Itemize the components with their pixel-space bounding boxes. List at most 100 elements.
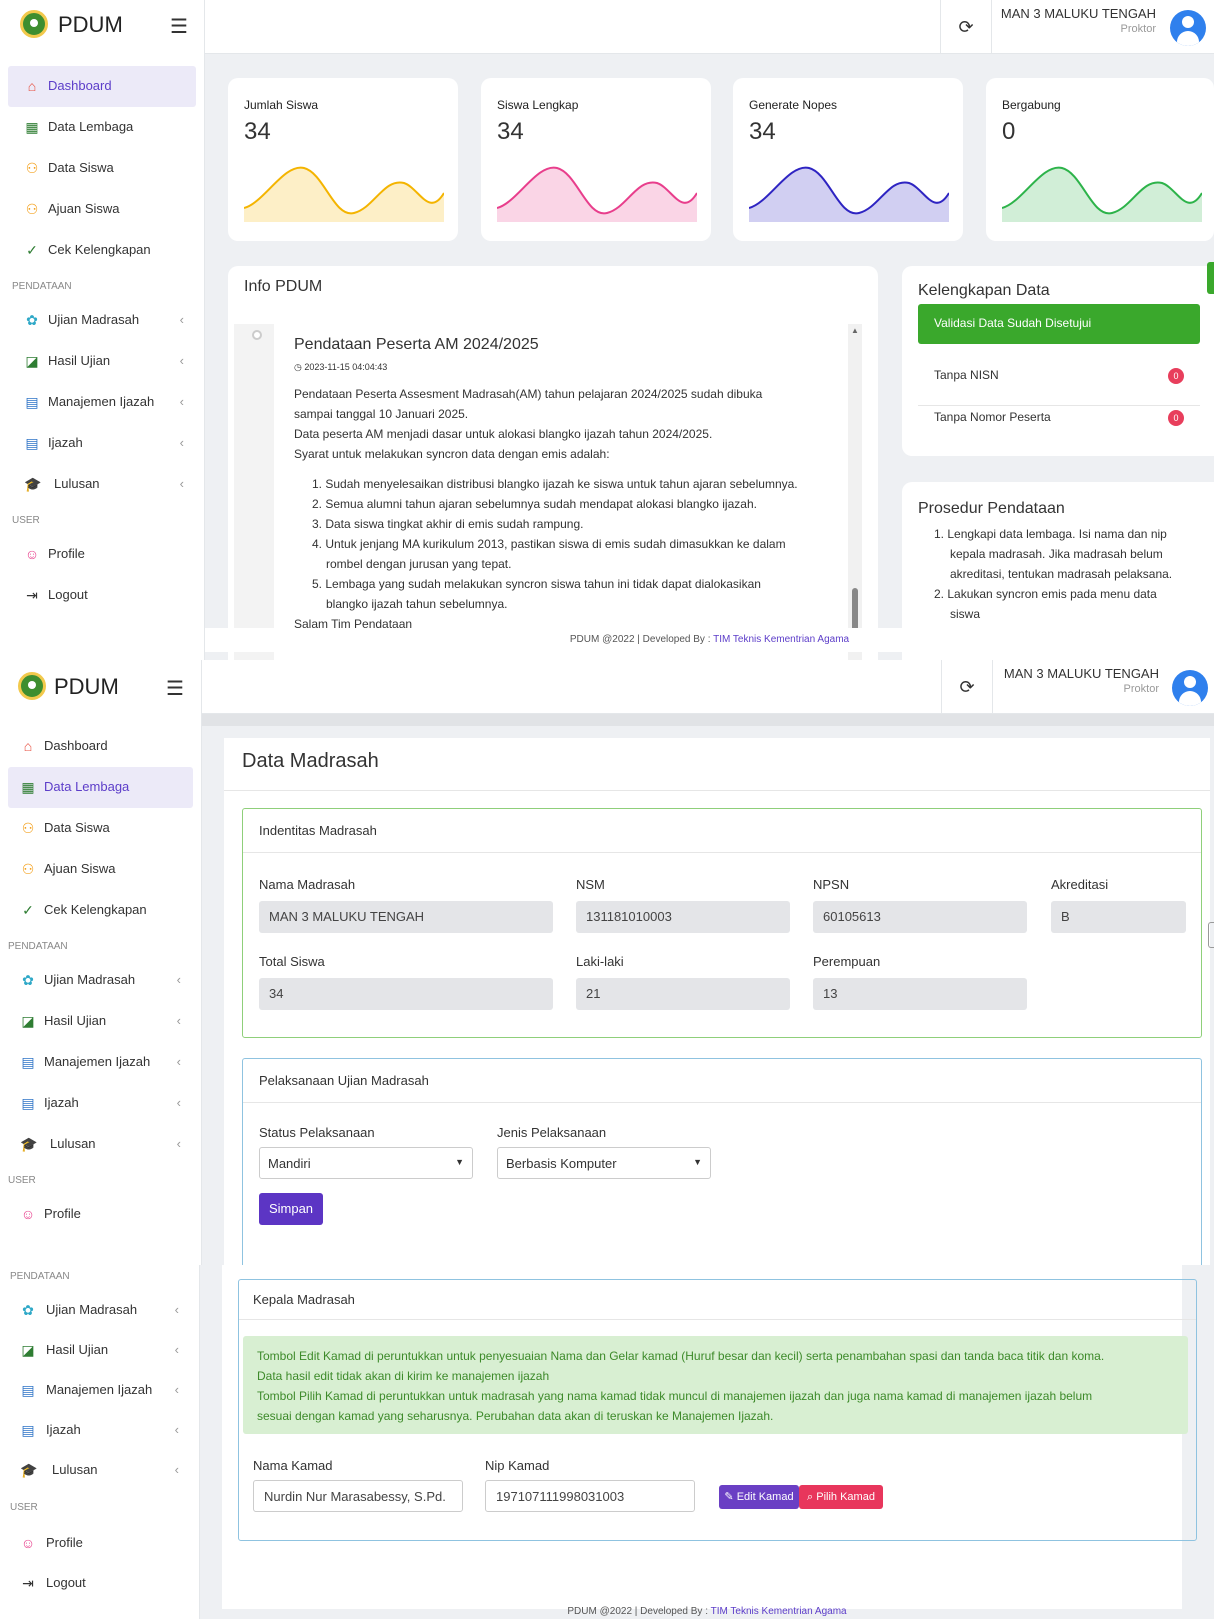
footer-link[interactable]: TIM Teknis Kementrian Agama [711, 1606, 847, 1617]
kelengkapan-title: Kelengkapan Data [918, 282, 1050, 299]
sidebar-item-ijazah[interactable]: ▤ Ijazah ‹ [0, 423, 204, 464]
sidebar-item-data-lembaga[interactable]: ▦ Data Lembaga [8, 767, 193, 808]
count-badge: 0 [1168, 410, 1184, 426]
menu-toggle-icon[interactable]: ☰ [166, 676, 184, 701]
user-check-icon: ✓ [22, 902, 34, 918]
side-tab[interactable] [1207, 262, 1214, 294]
prosedur-title: Prosedur Pendataan [918, 500, 1065, 517]
sidebar-item-cek-kelengkapan[interactable]: ✓ Cek Kelengkapan [0, 890, 201, 931]
sidebar-item-data-siswa[interactable]: ⚇ Data Siswa [0, 148, 204, 189]
user-check-icon: ✓ [26, 242, 38, 258]
stat-label: Bergabung [1002, 98, 1061, 112]
sidebar-item-label: Manajemen Ijazah [48, 394, 155, 409]
button-label: Pilih Kamad [816, 1491, 875, 1503]
list-item: 1. Sudah menyelesaikan distribusi blangk… [312, 477, 798, 491]
sidebar-item-profile[interactable]: ☺ Profile [0, 534, 204, 575]
perempuan-field: 13 [813, 978, 1027, 1010]
chevron-left-icon: ‹ [179, 353, 184, 368]
sidebar-item-label: Hasil Ujian [48, 353, 111, 368]
sidebar-item-manajemen-ijazah[interactable]: ▤ Manajemen Ijazah ‹ [0, 1042, 201, 1083]
scrollbar[interactable]: ▲ [848, 324, 862, 660]
certificate-icon: ▤ [25, 394, 39, 410]
award-icon: ✿ [26, 312, 38, 328]
sidebar-item-cek-kelengkapan[interactable]: ✓ Cek Kelengkapan [0, 230, 204, 271]
list-item[interactable]: Tanpa NISN 0 [918, 364, 1200, 406]
list-item[interactable]: Tanpa Nomor Peserta 0 [918, 406, 1200, 448]
user-info[interactable]: MAN 3 MALUKU TENGAH Proktor [1001, 6, 1156, 35]
data-madrasah-screen: PDUM ☰ ⟳ MAN 3 MALUKU TENGAH Proktor ⌂ Da… [0, 660, 1214, 1265]
sidebar-item-label: Data Siswa [48, 160, 114, 175]
nama-kamad-field[interactable]: Nurdin Nur Marasabessy, S.Pd. [253, 1480, 463, 1512]
sidebar-item-data-lembaga[interactable]: ▦ Data Lembaga [0, 107, 204, 148]
sidebar-item-ujian-madrasah[interactable]: ✿ Ujian Madrasah ‹ [0, 300, 204, 341]
list-item: 3. Data siswa tingkat akhir di emis suda… [312, 517, 584, 531]
field-label: Nama Madrasah [259, 877, 356, 892]
app-title: PDUM [58, 12, 123, 37]
pilih-kamad-button[interactable]: ⌕ Pilih Kamad [799, 1485, 883, 1509]
stat-value: 0 [1002, 118, 1016, 145]
sidebar-item-ujian-madrasah[interactable]: ✿ Ujian Madrasah ‹ [0, 1290, 199, 1330]
user-info[interactable]: MAN 3 MALUKU TENGAH Proktor [1004, 666, 1159, 695]
post-date: 2023-11-15 04:04:43 [304, 362, 388, 372]
jenis-pelaksanaan-select[interactable]: Berbasis Komputer ▼ [497, 1147, 711, 1179]
sidebar-item-dashboard[interactable]: ⌂ Dashboard [0, 726, 201, 767]
users-icon: ⚇ [21, 820, 35, 836]
sidebar-item-dashboard[interactable]: ⌂ Dashboard [8, 66, 196, 107]
section-user: USER [10, 1502, 38, 1513]
home-icon: ⌂ [27, 78, 37, 94]
box-title: Pelaksanaan Ujian Madrasah [243, 1059, 1201, 1103]
list-item: akreditasi, tentukan madrasah pelaksana. [950, 567, 1173, 581]
chevron-left-icon: ‹ [174, 1302, 179, 1317]
menu-toggle-icon[interactable]: ☰ [170, 14, 188, 39]
sidebar-item-lulusan[interactable]: 🎓 Lulusan ‹ [0, 464, 204, 505]
graduation-cap-icon: 🎓 [20, 1136, 38, 1152]
sidebar-item-manajemen-ijazah[interactable]: ▤ Manajemen Ijazah ‹ [0, 382, 204, 423]
caret-down-icon: ▼ [693, 1157, 702, 1167]
sidebar-item-hasil-ujian[interactable]: ◪ Hasil Ujian ‹ [0, 1001, 201, 1042]
simpan-button[interactable]: Simpan [259, 1193, 323, 1225]
sidebar-item-lulusan[interactable]: 🎓 Lulusan ‹ [0, 1450, 199, 1490]
sidebar-item-profile[interactable]: ☺ Profile [0, 1523, 199, 1563]
status-pelaksanaan-select[interactable]: Mandiri ▼ [259, 1147, 473, 1179]
field-label: Nip Kamad [485, 1458, 550, 1473]
section-pendataan: PENDATAAN [10, 1271, 70, 1282]
page-title: Data Madrasah [242, 750, 379, 772]
edit-icon: ✎ [724, 1491, 737, 1503]
sidebar-item-profile[interactable]: ☺ Profile [0, 1194, 201, 1235]
sidebar-item-manajemen-ijazah[interactable]: ▤ Manajemen Ijazah ‹ [0, 1370, 199, 1410]
sidebar-item-logout[interactable]: ⇥ Logout [0, 1563, 199, 1603]
refresh-icon[interactable]: ⟳ [941, 660, 993, 714]
certificate-icon: ▤ [21, 1422, 35, 1438]
sidebar-item-label: Profile [48, 546, 85, 561]
scroll-up-icon[interactable]: ▲ [851, 326, 859, 335]
sidebar-item-ijazah[interactable]: ▤ Ijazah ‹ [0, 1410, 199, 1450]
kelengkapan-card: Kelengkapan Data Validasi Data Sudah Dis… [902, 266, 1214, 456]
refresh-icon[interactable]: ⟳ [940, 0, 992, 54]
sidebar-item-label: Data Lembaga [44, 779, 130, 794]
timeline-dot-icon [252, 330, 262, 340]
award-icon: ✿ [22, 972, 34, 988]
chevron-left-icon: ‹ [176, 1054, 181, 1069]
users-icon: ⚇ [21, 861, 35, 877]
sidebar-item-hasil-ujian[interactable]: ◪ Hasil Ujian ‹ [0, 341, 204, 382]
edit-kamad-button[interactable]: ✎ Edit Kamad [719, 1485, 799, 1509]
field-label: Laki-laki [576, 954, 624, 969]
sidebar-item-ajuan-siswa[interactable]: ⚇ Ajuan Siswa [0, 849, 201, 890]
sidebar-item-hasil-ujian[interactable]: ◪ Hasil Ujian ‹ [0, 1330, 199, 1370]
row-label: Tanpa Nomor Peserta [934, 410, 1051, 424]
sidebar-item-ajuan-siswa[interactable]: ⚇ Ajuan Siswa [0, 189, 204, 230]
footer-link[interactable]: TIM Teknis Kementrian Agama [713, 634, 849, 645]
sidebar-item-lulusan[interactable]: 🎓 Lulusan ‹ [0, 1124, 201, 1165]
avatar[interactable] [1170, 10, 1206, 46]
row-label: Tanpa NISN [934, 368, 999, 382]
stat-value: 34 [749, 118, 776, 145]
nip-kamad-field[interactable]: 197107111998031003 [485, 1480, 695, 1512]
sidebar-item-logout[interactable]: ⇥ Logout [0, 575, 204, 616]
sidebar-item-ujian-madrasah[interactable]: ✿ Ujian Madrasah ‹ [0, 960, 201, 1001]
avatar[interactable] [1172, 670, 1208, 706]
chevron-left-icon: ‹ [176, 1136, 181, 1151]
sidebar-item-ijazah[interactable]: ▤ Ijazah ‹ [0, 1083, 201, 1124]
chart-icon: ◪ [21, 1342, 35, 1358]
side-tab[interactable] [1208, 922, 1214, 948]
sidebar-item-data-siswa[interactable]: ⚇ Data Siswa [0, 808, 201, 849]
